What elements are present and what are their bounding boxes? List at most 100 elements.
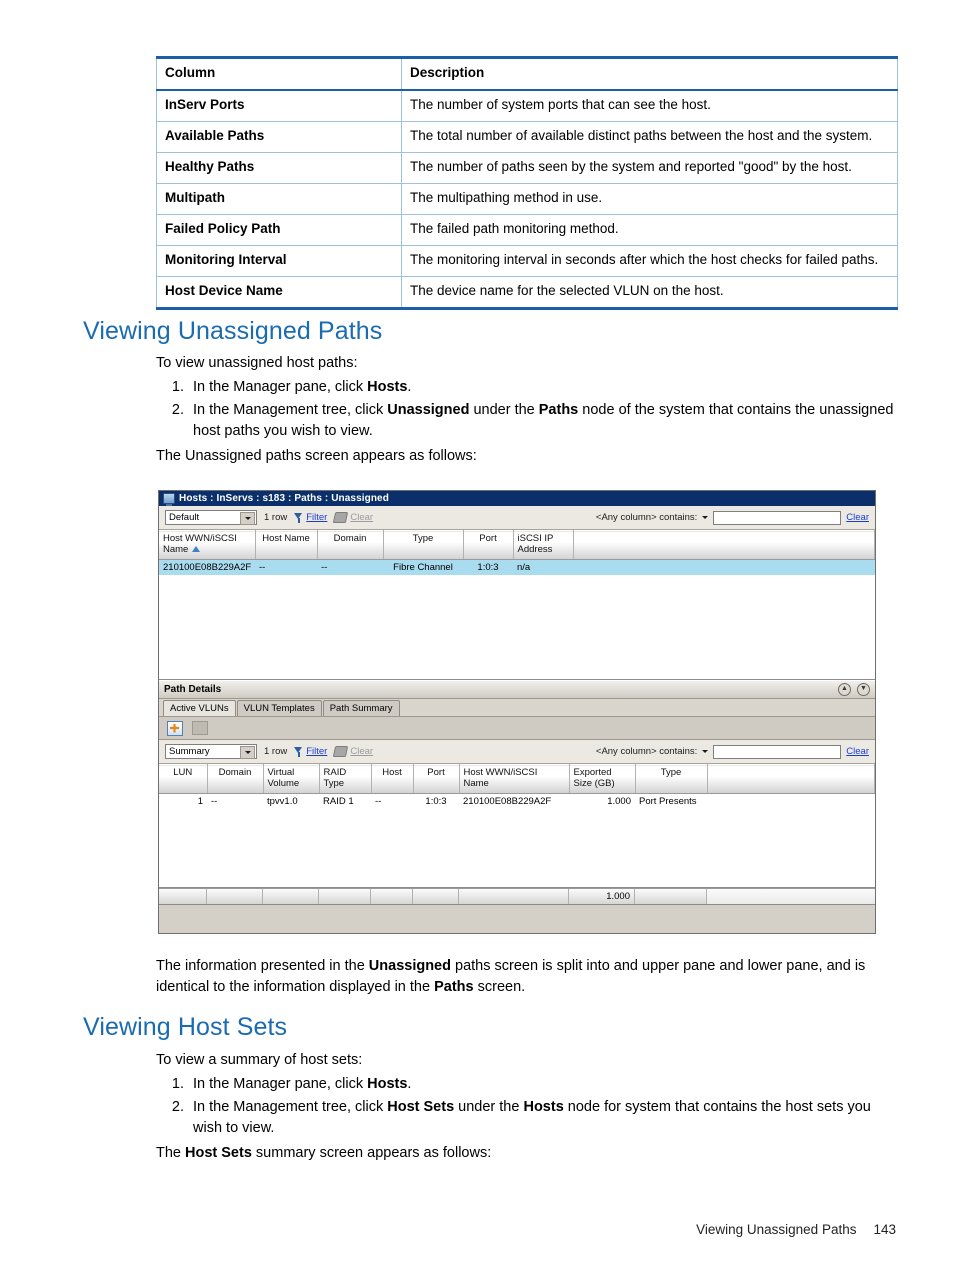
step-emphasis: Host Sets	[387, 1098, 455, 1115]
summary-emphasis-1: Unassigned	[368, 958, 451, 974]
upper-search-group: <Any column> contains: Clear	[596, 510, 869, 525]
column-header-host-wwn[interactable]: Host WWN/iSCSI Name	[159, 530, 256, 560]
tab-vlun-templates[interactable]: VLUN Templates	[236, 700, 322, 716]
upper-filter-label: Filter	[306, 512, 328, 523]
row-column-name: Multipath	[156, 183, 402, 215]
column-header-type[interactable]: Type	[383, 530, 464, 560]
lower-clear-button[interactable]: Clear	[333, 746, 374, 757]
collapse-icon[interactable]: ▲	[838, 683, 851, 696]
summary-text: The information presented in the Unassig…	[156, 956, 898, 999]
lower-search-clear-link[interactable]: Clear	[846, 746, 869, 757]
summary-emphasis-2: Paths	[434, 979, 474, 996]
column-header-port[interactable]: Port	[463, 530, 514, 560]
cell-host-wwn: 210100E08B229A2F	[463, 796, 552, 807]
add-vlun-icon[interactable]	[167, 720, 183, 736]
upper-view-select-value: Default	[169, 512, 200, 523]
chevron-down-icon[interactable]	[240, 746, 255, 759]
row-description: The number of paths seen by the system a…	[401, 152, 898, 184]
cell-lun: 1	[197, 796, 203, 807]
column-header-domain[interactable]: Domain	[207, 764, 264, 794]
total-cell-domain	[207, 889, 263, 904]
hostsets-instructions: To view a summary of host sets: In the M…	[156, 1050, 898, 1167]
column-header-host-name[interactable]: Host Name	[255, 530, 318, 560]
row-description: The failed path monitoring method.	[401, 214, 898, 246]
upper-toolbar: Default 1 row Filter Clear <Any column> …	[159, 506, 875, 530]
upper-filter-button[interactable]: Filter	[294, 512, 327, 523]
table-row[interactable]: 210100E08B229A2F -- -- Fibre Channel 1:0…	[159, 559, 875, 575]
lower-search-group: <Any column> contains: Clear	[595, 744, 869, 759]
upper-search-input[interactable]	[713, 510, 842, 525]
column-header-host-wwn[interactable]: Host WWN/iSCSI Name	[459, 764, 570, 794]
unassigned-paths-grid: Host WWN/iSCSI Name Host Name Domain Typ…	[159, 530, 875, 575]
lower-row-count: 1 row	[264, 746, 288, 757]
column-header-type[interactable]: Type	[635, 764, 708, 794]
chevron-down-icon[interactable]	[702, 516, 709, 519]
row-column-name: Monitoring Interval	[156, 245, 402, 277]
hostsets-intro-text: To view a summary of host sets:	[156, 1052, 363, 1068]
path-details-tabs: Active VLUNs VLUN Templates Path Summary	[159, 699, 875, 717]
column-header-domain[interactable]: Domain	[317, 530, 384, 560]
tab-path-summary[interactable]: Path Summary	[322, 700, 400, 716]
remove-vlun-icon	[192, 721, 208, 735]
hostsets-closing-text: The Host Sets summary screen appears as …	[156, 1143, 898, 1164]
grid-header-row: Host WWN/iSCSI Name Host Name Domain Typ…	[159, 530, 875, 560]
column-header-lun[interactable]: LUN	[159, 764, 208, 794]
row-description: The multipathing method in use.	[401, 183, 898, 215]
lower-view-select[interactable]: Summary	[165, 744, 257, 759]
summary-text-pre: The information presented in the	[156, 958, 369, 974]
cell-exported-size: 1.000	[607, 796, 631, 807]
filter-icon	[294, 746, 303, 757]
tab-active-vluns[interactable]: Active VLUNs	[163, 700, 236, 716]
cell-host: --	[375, 796, 382, 807]
cell-type: Port Presents	[639, 796, 697, 807]
upper-view-select[interactable]: Default	[165, 510, 257, 525]
column-header-iscsi-ip[interactable]: iSCSI IP Address	[513, 530, 574, 560]
lower-grid-total-row: 1.000	[159, 888, 875, 904]
total-cell-host-wwn	[459, 889, 569, 904]
table-row[interactable]: 1 -- tpvv1.0 RAID 1 -- 1:0:3 210100E08B2…	[159, 794, 875, 810]
step-text: In the Manager pane, click	[193, 1076, 368, 1093]
summary-text-post: screen.	[473, 979, 526, 996]
lower-view-select-value: Summary	[169, 746, 210, 757]
column-description-table: Column Description InServ Ports The numb…	[156, 56, 898, 310]
chevron-down-icon[interactable]	[702, 750, 709, 753]
column-header-virtual-volume[interactable]: Virtual Volume	[263, 764, 320, 794]
monitor-icon	[163, 493, 175, 506]
row-column-name: Healthy Paths	[156, 152, 402, 184]
step-emphasis-2: Paths	[538, 401, 579, 418]
path-details-header: Path Details ▲ ▼	[159, 680, 875, 699]
app-window-title: Hosts : InServs : s183 : Paths : Unassig…	[179, 493, 389, 504]
lower-filter-button[interactable]: Filter	[294, 746, 327, 757]
upper-clear-button[interactable]: Clear	[333, 512, 373, 523]
column-header-host[interactable]: Host	[371, 764, 414, 794]
eraser-icon	[333, 512, 349, 523]
application-screenshot-unassigned-paths: Hosts : InServs : s183 : Paths : Unassig…	[158, 490, 876, 934]
path-details-title: Path Details	[164, 684, 222, 695]
column-header-raid-type[interactable]: RAID Type	[319, 764, 372, 794]
active-vluns-grid: LUN Domain Virtual Volume RAID Type Host…	[159, 764, 875, 809]
column-header-filler	[707, 764, 875, 794]
expand-icon[interactable]: ▼	[857, 683, 870, 696]
path-details-buttons: ▲ ▼	[838, 683, 870, 696]
step-text-tail: .	[407, 379, 412, 396]
row-description: The number of system ports that can see …	[401, 89, 898, 122]
step-text: In the Management tree, click	[193, 401, 388, 418]
upper-grid-pane: Host WWN/iSCSI Name Host Name Domain Typ…	[159, 530, 875, 680]
lower-search-input[interactable]	[713, 744, 842, 759]
table-header-row: Column Description	[156, 57, 898, 91]
column-header-port[interactable]: Port	[413, 764, 460, 794]
cell-port: 1:0:3	[425, 796, 447, 807]
lower-clear-label: Clear	[350, 746, 374, 757]
row-description: The monitoring interval in seconds after…	[401, 245, 898, 277]
chevron-down-icon[interactable]	[240, 512, 255, 525]
page-footer: Viewing Unassigned Paths 143	[696, 1222, 896, 1237]
upper-search-clear-link[interactable]: Clear	[846, 512, 869, 523]
lower-grid-pane: LUN Domain Virtual Volume RAID Type Host…	[159, 764, 875, 888]
table-row: Available Paths The total number of avai…	[156, 121, 898, 153]
eraser-icon	[333, 746, 349, 757]
closing-pre: The	[156, 1145, 186, 1162]
filter-icon	[294, 512, 303, 523]
column-header-exported-size[interactable]: Exported Size (GB)	[569, 764, 636, 794]
lower-search-label: <Any column> contains:	[595, 746, 698, 757]
page-title-viewing-unassigned-paths: Viewing Unassigned Paths	[83, 317, 383, 345]
